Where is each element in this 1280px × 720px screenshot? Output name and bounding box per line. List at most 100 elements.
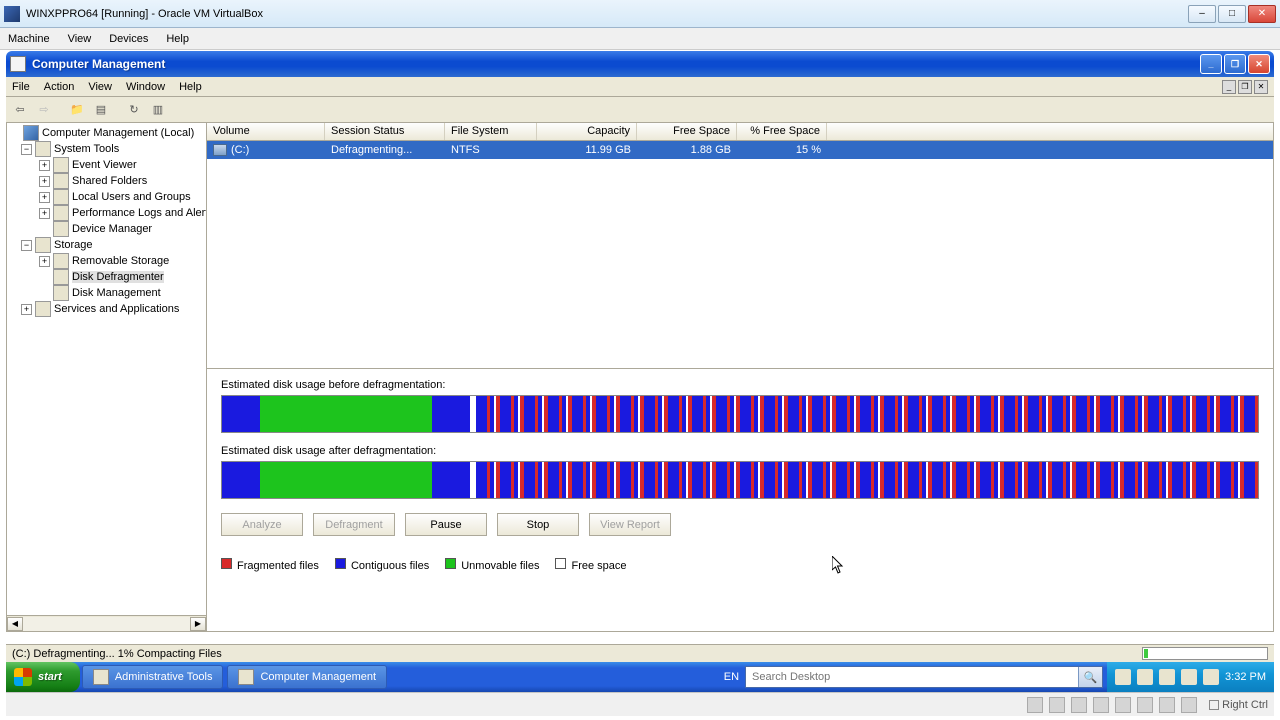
col-capacity[interactable]: Capacity <box>537 123 637 140</box>
vbox-usb-icon[interactable] <box>1093 697 1109 713</box>
vbox-menu-machine[interactable]: Machine <box>6 31 52 47</box>
cm-titlebar[interactable]: Computer Management _ ❐ ✕ <box>6 51 1274 77</box>
cm-menu-help[interactable]: Help <box>179 81 202 93</box>
vbox-maximize-button[interactable]: □ <box>1218 5 1246 23</box>
col-session-status[interactable]: Session Status <box>325 123 445 140</box>
desktop-search[interactable]: 🔍 <box>745 666 1103 688</box>
tree-storage[interactable]: Storage <box>54 239 93 251</box>
taskbar-item-computer-management[interactable]: Computer Management <box>227 665 387 689</box>
export-list-icon[interactable]: ▥ <box>148 100 168 120</box>
cm-menu-window[interactable]: Window <box>126 81 165 93</box>
start-button[interactable]: start <box>6 662 80 692</box>
navigation-tree[interactable]: Computer Management (Local) − System Tool… <box>7 123 207 631</box>
tree-perf-logs[interactable]: Performance Logs and Alerts <box>72 207 207 219</box>
expand-toggle[interactable]: + <box>39 208 50 219</box>
tray-icon[interactable] <box>1137 669 1153 685</box>
taskbar-item-admin-tools[interactable]: Administrative Tools <box>82 665 224 689</box>
tree-horizontal-scrollbar[interactable]: ◀ ▶ <box>7 615 206 631</box>
scroll-left-icon[interactable]: ◀ <box>7 617 23 631</box>
mdi-minimize-icon[interactable]: _ <box>1222 80 1236 94</box>
tray-icon[interactable] <box>1115 669 1131 685</box>
tree-disk-defragmenter[interactable]: Disk Defragmenter <box>72 271 164 283</box>
device-manager-icon <box>53 221 69 237</box>
expand-toggle[interactable]: + <box>39 256 50 267</box>
vbox-recording-icon[interactable] <box>1159 697 1175 713</box>
expand-toggle[interactable]: + <box>39 176 50 187</box>
cm-minimize-button[interactable]: _ <box>1200 54 1222 74</box>
tray-icon[interactable] <box>1181 669 1197 685</box>
vbox-display-icon[interactable] <box>1137 697 1153 713</box>
xp-taskbar[interactable]: start Administrative Tools Computer Mana… <box>6 662 1274 692</box>
status-progress-bar <box>1142 647 1268 660</box>
vbox-minimize-button[interactable]: – <box>1188 5 1216 23</box>
cm-menu-view[interactable]: View <box>88 81 112 93</box>
taskbar-clock[interactable]: 3:32 PM <box>1225 671 1266 683</box>
detail-pane: Volume Session Status File System Capaci… <box>207 123 1273 631</box>
legend: Fragmented files Contiguous files Unmova… <box>221 558 1259 576</box>
tree-system-tools[interactable]: System Tools <box>54 143 119 155</box>
shared-folders-icon <box>53 173 69 189</box>
mdi-restore-icon[interactable]: ❐ <box>1238 80 1252 94</box>
vbox-menubar: Machine View Devices Help <box>0 28 1280 50</box>
tree-device-manager[interactable]: Device Manager <box>72 223 152 235</box>
volume-list-header: Volume Session Status File System Capaci… <box>207 123 1273 141</box>
vbox-menu-view[interactable]: View <box>66 31 94 47</box>
col-pct-free[interactable]: % Free Space <box>737 123 827 140</box>
tree-services[interactable]: Services and Applications <box>54 303 179 315</box>
refresh-icon[interactable]: ↻ <box>124 100 144 120</box>
cm-menu-action[interactable]: Action <box>44 81 75 93</box>
start-label: start <box>38 671 62 683</box>
forward-button[interactable]: ⇨ <box>34 100 54 120</box>
stop-button[interactable]: Stop <box>497 513 579 536</box>
pause-button[interactable]: Pause <box>405 513 487 536</box>
collapse-toggle[interactable]: − <box>21 240 32 251</box>
vbox-hdd-icon[interactable] <box>1027 697 1043 713</box>
removable-storage-icon <box>53 253 69 269</box>
properties-icon[interactable]: ▤ <box>91 100 111 120</box>
volume-pct-free: 15 % <box>737 144 827 156</box>
tray-icon[interactable] <box>1159 669 1175 685</box>
vbox-menu-help[interactable]: Help <box>164 31 191 47</box>
vbox-shared-folders-icon[interactable] <box>1115 697 1131 713</box>
col-file-system[interactable]: File System <box>445 123 537 140</box>
tree-disk-management[interactable]: Disk Management <box>72 287 161 299</box>
system-tray[interactable]: 3:32 PM <box>1107 662 1274 692</box>
vbox-network-icon[interactable] <box>1071 697 1087 713</box>
tree-event-viewer[interactable]: Event Viewer <box>72 159 137 171</box>
up-folder-icon[interactable]: 📁 <box>67 100 87 120</box>
col-volume[interactable]: Volume <box>207 123 325 140</box>
desktop-search-input[interactable] <box>746 671 1078 683</box>
expand-toggle[interactable]: + <box>21 304 32 315</box>
language-indicator[interactable]: EN <box>718 671 745 683</box>
expand-toggle[interactable]: + <box>39 160 50 171</box>
tray-icon[interactable] <box>1203 669 1219 685</box>
vbox-close-button[interactable]: ✕ <box>1248 5 1276 23</box>
legend-swatch-fragmented <box>221 558 232 569</box>
defragment-button: Defragment <box>313 513 395 536</box>
legend-swatch-contiguous <box>335 558 346 569</box>
volume-list[interactable]: Volume Session Status File System Capaci… <box>207 123 1273 369</box>
scroll-right-icon[interactable]: ▶ <box>190 617 206 631</box>
tree-local-users[interactable]: Local Users and Groups <box>72 191 191 203</box>
defrag-bar-before <box>221 395 1259 433</box>
tree-root[interactable]: Computer Management (Local) <box>42 127 194 139</box>
cm-menu-file[interactable]: File <box>12 81 30 93</box>
legend-contiguous: Contiguous files <box>351 560 429 572</box>
vbox-mouse-icon[interactable] <box>1181 697 1197 713</box>
expand-toggle[interactable]: + <box>39 192 50 203</box>
volume-row-c[interactable]: (C:) Defragmenting... NTFS 11.99 GB 1.88… <box>207 141 1273 159</box>
back-button[interactable]: ⇦ <box>10 100 30 120</box>
vbox-cd-icon[interactable] <box>1049 697 1065 713</box>
tree-removable-storage[interactable]: Removable Storage <box>72 255 169 267</box>
search-icon[interactable]: 🔍 <box>1078 667 1102 687</box>
vbox-menu-devices[interactable]: Devices <box>107 31 150 47</box>
mdi-close-icon[interactable]: ✕ <box>1254 80 1268 94</box>
legend-fragmented: Fragmented files <box>237 560 319 572</box>
tree-shared-folders[interactable]: Shared Folders <box>72 175 147 187</box>
collapse-toggle[interactable]: − <box>21 144 32 155</box>
perf-logs-icon <box>53 205 69 221</box>
cm-close-button[interactable]: ✕ <box>1248 54 1270 74</box>
col-free-space[interactable]: Free Space <box>637 123 737 140</box>
drive-icon <box>213 144 227 156</box>
cm-restore-button[interactable]: ❐ <box>1224 54 1246 74</box>
